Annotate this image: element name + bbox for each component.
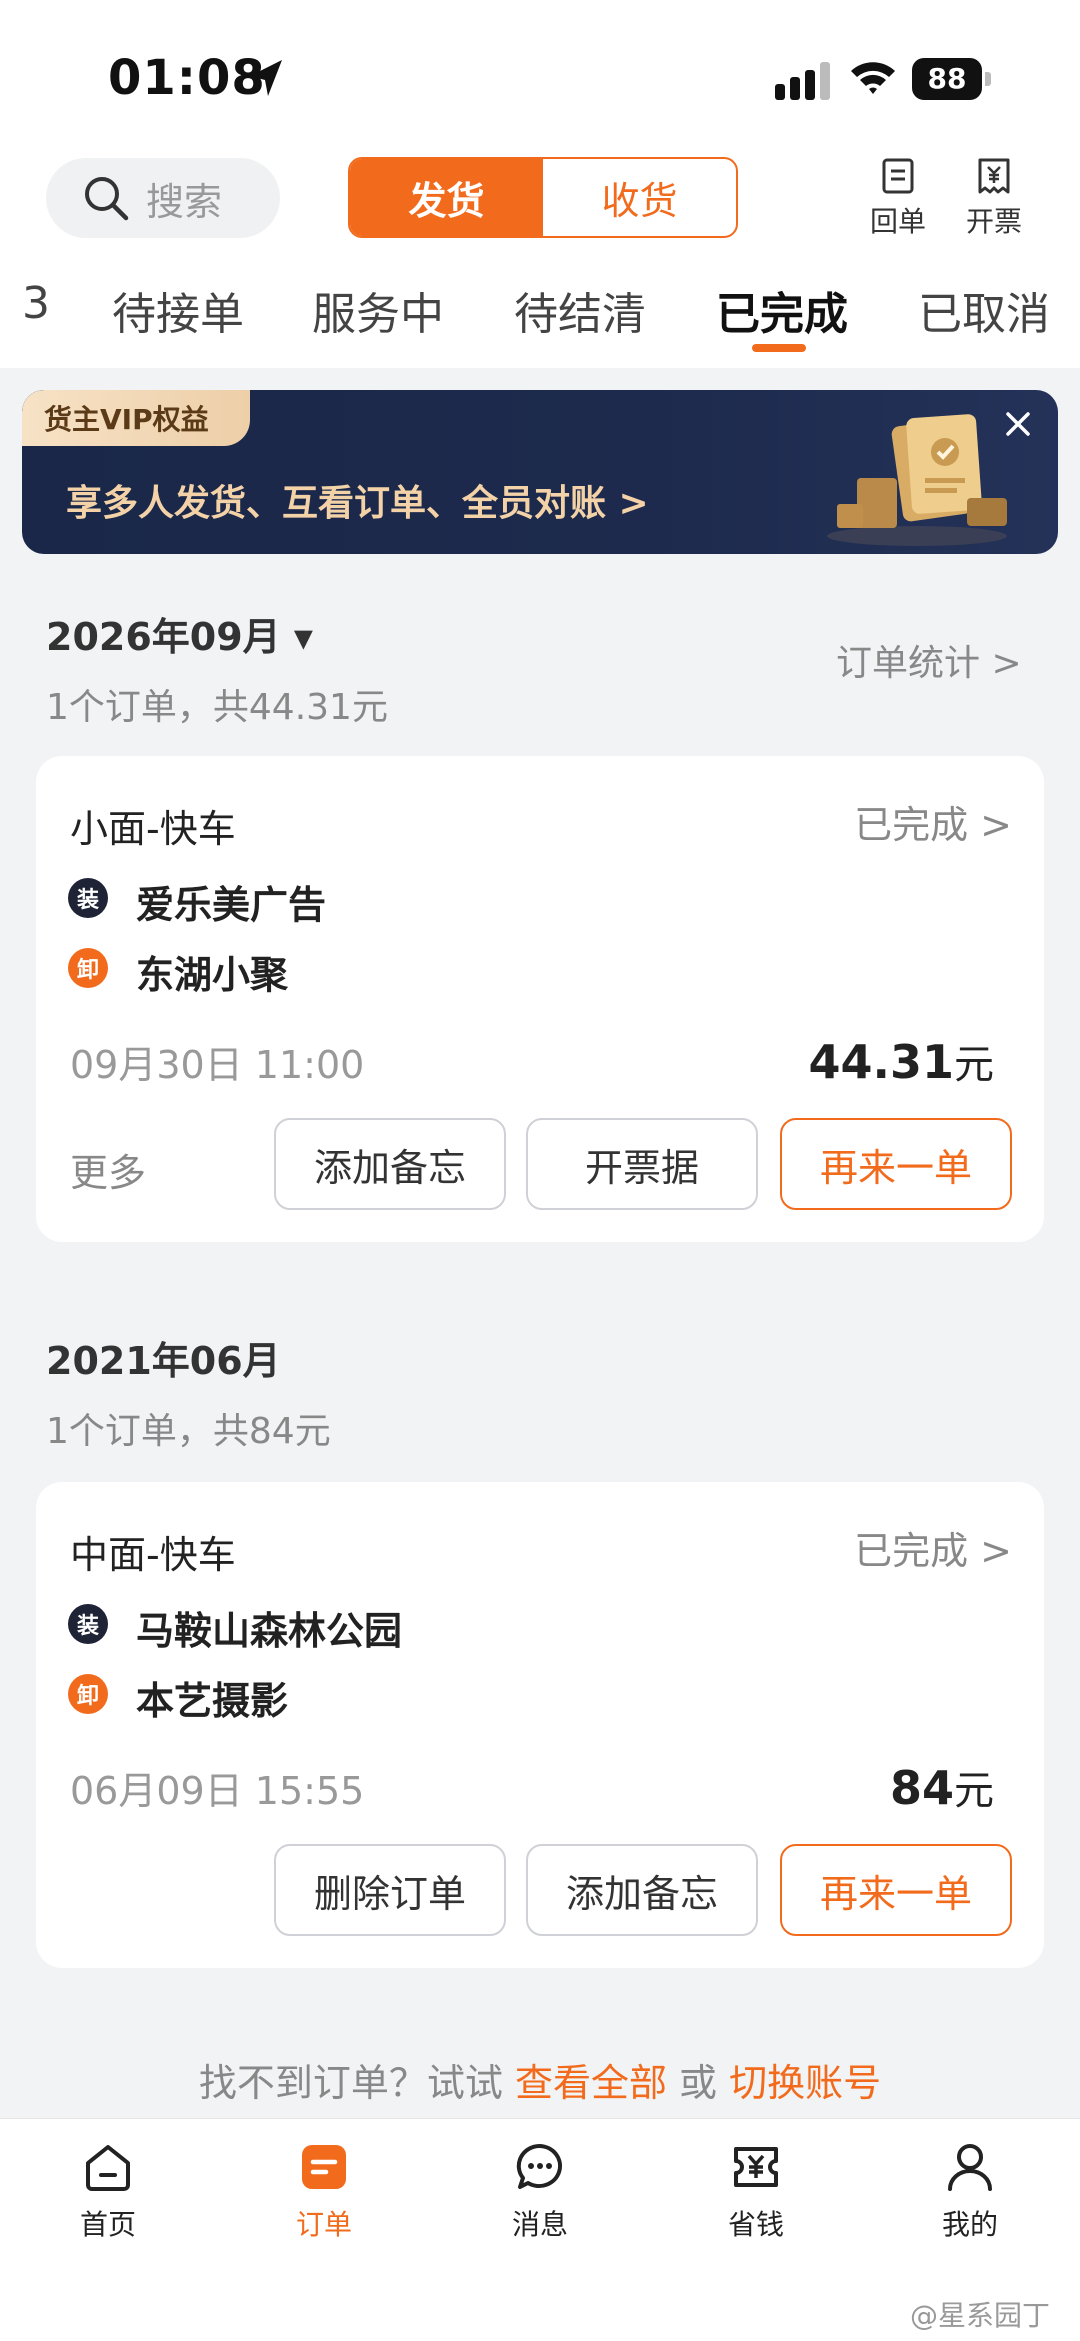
receipt-label: 回单 xyxy=(869,205,926,238)
price-value: 44.31 xyxy=(808,1035,954,1089)
month-selector[interactable]: 2026年09月 ▾ xyxy=(46,606,313,661)
load-address: 爱乐美广告 xyxy=(136,883,327,927)
home-icon xyxy=(86,2145,130,2191)
delete-order-button[interactable]: 删除订单 xyxy=(274,1844,506,1936)
unload-badge: 卸 xyxy=(68,948,108,988)
invoice-icon xyxy=(978,158,1010,194)
tab-in-service[interactable]: 服务中 xyxy=(312,278,444,342)
reorder-button[interactable]: 再来一单 xyxy=(780,1118,1012,1210)
reorder-button[interactable]: 再来一单 xyxy=(780,1844,1012,1936)
month-label: 2021年06月 xyxy=(46,1339,281,1383)
nav-home-label: 首页 xyxy=(79,2208,136,2241)
tab-pending-accept[interactable]: 待接单 xyxy=(112,278,244,342)
vip-banner[interactable]: 货主VIP权益 享多人发货、互看订单、全员对账 > xyxy=(22,390,1058,554)
nav-orders-label: 订单 xyxy=(295,2208,352,2241)
month-summary: 1个订单，共84元 xyxy=(46,1411,331,1452)
tab-partial[interactable]: 3 xyxy=(22,278,50,329)
invoice-label: 开票 xyxy=(965,205,1022,238)
order-status[interactable]: 已完成 > xyxy=(854,794,1012,849)
vip-banner-text: 享多人发货、互看订单、全员对账 > xyxy=(66,483,649,524)
nav-savings[interactable]: 省钱 xyxy=(696,2141,816,2243)
nav-profile[interactable]: 我的 xyxy=(910,2141,1030,2243)
month-summary: 1个订单，共44.31元 xyxy=(46,687,388,728)
status-time: 01:08 xyxy=(108,50,266,106)
search-icon xyxy=(85,177,129,221)
close-icon[interactable] xyxy=(998,404,1038,444)
view-all-link[interactable]: 查看全部 xyxy=(515,2061,667,2105)
location-arrow-icon xyxy=(250,60,282,96)
price-unit: 元 xyxy=(954,1768,994,1814)
battery-level: 88 xyxy=(912,58,982,100)
search-box[interactable]: 搜索 xyxy=(46,158,280,238)
add-memo-button[interactable]: 添加备忘 xyxy=(526,1844,758,1936)
coupon-yuan-icon xyxy=(734,2147,778,2187)
cellular-signal-icon xyxy=(775,62,830,100)
switch-account-link[interactable]: 切换账号 xyxy=(729,2061,881,2105)
order-card[interactable]: 小面-快车 已完成 > 装 爱乐美广告 卸 东湖小聚 09月30日 11:00 … xyxy=(36,756,1044,1242)
order-price: 44.31元 xyxy=(808,1032,994,1090)
nav-messages[interactable]: 消息 xyxy=(480,2141,600,2243)
not-found-hint: 找不到订单？试试 查看全部 或 切换账号 xyxy=(0,2052,1080,2107)
watermark: @星系园丁 xyxy=(909,2299,1050,2332)
orders-icon xyxy=(302,2145,346,2189)
nav-savings-label: 省钱 xyxy=(727,2208,784,2241)
gold-documents-illustration xyxy=(827,414,1007,546)
hint-prefix: 找不到订单？试试 xyxy=(198,2061,515,2105)
more-button[interactable]: 更多 xyxy=(70,1142,146,1197)
order-card[interactable]: 中面-快车 已完成 > 装 马鞍山森林公园 卸 本艺摄影 06月09日 15:5… xyxy=(36,1482,1044,1968)
order-price: 84元 xyxy=(890,1758,994,1816)
tab-ship[interactable]: 发货 xyxy=(350,159,543,236)
receipt-button[interactable]: 回单 xyxy=(858,158,938,240)
active-tab-indicator xyxy=(752,344,806,352)
ship-receive-toggle[interactable]: 发货 收货 xyxy=(348,157,738,238)
nav-orders[interactable]: 订单 xyxy=(264,2141,384,2243)
add-memo-button[interactable]: 添加备忘 xyxy=(274,1118,506,1210)
load-badge: 装 xyxy=(68,878,108,918)
order-date: 09月30日 11:00 xyxy=(70,1043,365,1087)
nav-home[interactable]: 首页 xyxy=(48,2141,168,2243)
battery-tip xyxy=(985,72,991,86)
tab-receive[interactable]: 收货 xyxy=(543,159,736,236)
tab-cancelled[interactable]: 已取消 xyxy=(918,278,1050,342)
chat-bubble-icon xyxy=(516,2143,563,2189)
invoice-button[interactable]: 开票 xyxy=(954,158,1034,240)
order-stats-link[interactable]: 订单统计 > xyxy=(836,634,1022,686)
wifi-icon xyxy=(851,62,895,94)
receipt-icon xyxy=(882,158,914,194)
load-address: 马鞍山森林公园 xyxy=(136,1609,403,1653)
vehicle-type: 小面-快车 xyxy=(70,807,236,851)
price-unit: 元 xyxy=(954,1042,994,1088)
hint-or: 或 xyxy=(666,2061,730,2105)
vehicle-type: 中面-快车 xyxy=(70,1533,236,1577)
tab-pending-settle[interactable]: 待结清 xyxy=(514,278,646,342)
load-badge: 装 xyxy=(68,1604,108,1644)
unload-address: 本艺摄影 xyxy=(136,1679,289,1723)
battery-indicator: 88 xyxy=(912,58,992,100)
order-status[interactable]: 已完成 > xyxy=(854,1520,1012,1575)
nav-messages-label: 消息 xyxy=(511,2208,568,2241)
unload-badge: 卸 xyxy=(68,1674,108,1714)
user-icon xyxy=(948,2144,992,2191)
unload-address: 东湖小聚 xyxy=(136,953,289,997)
price-value: 84 xyxy=(889,1761,954,1815)
tab-completed[interactable]: 已完成 xyxy=(716,278,848,342)
nav-profile-label: 我的 xyxy=(941,2208,998,2241)
invoice-receipt-button[interactable]: 开票据 xyxy=(526,1118,758,1210)
order-date: 06月09日 15:55 xyxy=(70,1769,365,1813)
vip-tag: 货主VIP权益 xyxy=(22,390,250,446)
search-placeholder: 搜索 xyxy=(146,179,223,224)
